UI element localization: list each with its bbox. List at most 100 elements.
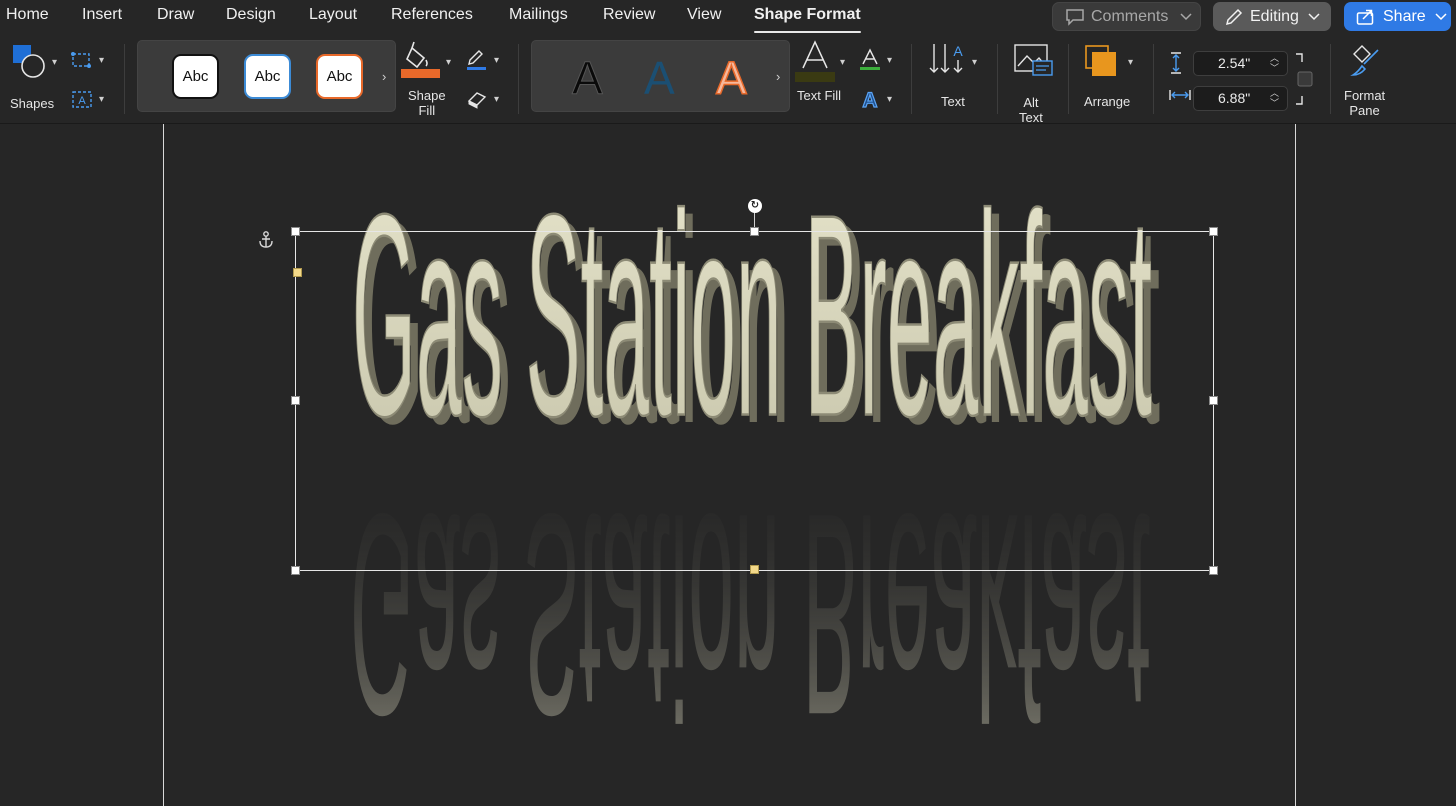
ribbon-separator [124,44,125,114]
tab-design[interactable]: Design [226,6,276,24]
shape-style-orange-outline[interactable]: Abc [316,54,363,99]
shape-selection-frame[interactable] [295,231,1214,571]
editing-mode-button[interactable]: Editing [1213,2,1331,31]
text-label: Text [941,94,965,109]
shape-fill-label: Shape Fill [408,88,446,118]
shape-effects-icon[interactable] [465,89,489,109]
comment-icon [1066,8,1084,26]
arrange-button[interactable]: Arrange [1080,42,1140,122]
arrange-label: Arrange [1084,94,1131,109]
ribbon-tab-bar: Home Insert Draw Design Layout Reference… [0,0,1456,34]
resize-handle-top-right[interactable] [1209,227,1218,236]
alt-text-label: Alt Text [1019,95,1043,125]
tab-review[interactable]: Review [603,6,655,24]
chevron-down-icon[interactable]: ▾ [972,57,977,68]
format-pane-label: Format Pane [1344,88,1386,118]
resize-handle-bottom-right[interactable] [1209,566,1218,575]
wordart-style-blue[interactable]: A [644,55,675,101]
tab-home[interactable]: Home [6,6,49,24]
chevron-down-icon[interactable]: ▾ [99,55,104,66]
alt-text-icon [1014,44,1053,76]
chevron-down-icon[interactable]: ▾ [494,94,499,105]
tab-layout[interactable]: Layout [309,6,357,24]
text-box-icon[interactable]: A [70,89,94,111]
chevron-down-icon[interactable]: ▾ [446,57,451,68]
share-label: Share [1383,7,1426,25]
ribbon-separator [1068,44,1069,114]
text-fill-icon [795,40,835,82]
shapes-icon [13,45,45,78]
resize-handle-right[interactable] [1209,396,1218,405]
shape-style-blue-outline[interactable]: Abc [244,54,291,99]
arrange-icon [1085,45,1116,76]
document-canvas: Gas Station Breakfast Gas Station Breakf… [0,124,1456,806]
height-stepper-icon[interactable]: ︿ ﹀ [1270,53,1279,73]
shape-styles-gallery: Abc Abc Abc › [137,40,396,112]
svg-text:A: A [953,43,963,59]
chevron-down-icon[interactable]: ▾ [887,94,892,105]
chevron-down-icon[interactable]: ▾ [52,57,57,68]
shapes-label: Shapes [10,96,55,111]
page-margin-right [1295,124,1296,806]
text-effects-icon[interactable]: A [858,87,882,111]
format-pane-brush-icon [1350,45,1379,76]
ribbon-separator [518,44,519,114]
paint-bucket-icon [401,41,440,78]
shapes-button[interactable]: Shapes [6,42,62,112]
wordart-style-orange[interactable]: A [715,54,747,102]
chevron-down-icon[interactable]: ▾ [99,94,104,105]
text-button[interactable]: A Text [926,40,986,120]
tab-shape-format[interactable]: Shape Format [754,6,861,33]
resize-handle-bottom-left[interactable] [291,566,300,575]
gallery-more-chevron-icon[interactable]: › [382,69,386,84]
lock-aspect-ratio-icon[interactable] [1292,52,1316,110]
adjust-handle-left[interactable] [293,268,302,277]
chevron-down-icon[interactable]: ▾ [494,55,499,66]
text-direction-icon: A [929,43,963,73]
ribbon-separator [1153,44,1154,114]
tab-references[interactable]: References [391,6,473,24]
tab-view[interactable]: View [687,6,721,24]
shape-width-input[interactable]: 6.88" ︿ ﹀ [1193,86,1288,111]
page-margin-left [163,124,164,806]
shape-width-value: 6.88" [1218,90,1251,106]
pencil-icon [1225,8,1243,25]
resize-handle-top[interactable] [750,227,759,236]
resize-handle-left[interactable] [291,396,300,405]
share-button[interactable]: Share [1344,2,1451,31]
wordart-style-black[interactable]: A [572,55,604,102]
share-icon [1356,9,1374,25]
chevron-down-icon[interactable]: ▾ [840,57,845,68]
adjust-handle-bottom[interactable] [750,565,759,574]
shape-height-input[interactable]: 2.54" ︿ ﹀ [1193,51,1288,76]
text-fill-button[interactable]: Text Fill [794,40,852,120]
editing-label: Editing [1250,7,1299,25]
width-stepper-icon[interactable]: ︿ ﹀ [1270,88,1279,108]
comments-label: Comments [1091,7,1169,25]
tab-draw[interactable]: Draw [157,6,194,24]
comments-button[interactable]: Comments [1052,2,1201,31]
ribbon-separator [997,44,998,114]
format-pane-button[interactable]: Format Pane [1340,42,1396,122]
ribbon-shape-format: Shapes ▾ ▾ A ▾ Abc Abc Abc › Shape Fill ▾… [0,34,1456,125]
chevron-down-icon [1435,12,1447,20]
ribbon-separator [911,44,912,114]
chevron-down-icon[interactable]: ▾ [1128,57,1133,68]
edit-shape-icon[interactable] [70,50,94,72]
shape-style-black-outline[interactable]: Abc [172,54,219,99]
shape-height-icon [1171,52,1181,74]
resize-handle-top-left[interactable] [291,227,300,236]
tab-mailings[interactable]: Mailings [509,6,568,24]
gallery-more-chevron-icon[interactable]: › [776,69,780,84]
tab-insert[interactable]: Insert [82,6,122,24]
chevron-down-icon[interactable]: ▾ [887,55,892,66]
text-outline-icon[interactable] [858,48,882,72]
shape-width-icon [1169,90,1191,100]
rotate-handle-icon[interactable]: ↻ [748,199,762,213]
anchor-icon[interactable] [257,230,275,250]
shape-fill-button[interactable]: Shape Fill [400,40,456,120]
wordart-styles-gallery: A A A › [531,40,790,112]
svg-text:A: A [862,89,877,111]
alt-text-button[interactable]: Alt Text [1008,42,1056,125]
shape-outline-icon[interactable] [465,48,489,72]
